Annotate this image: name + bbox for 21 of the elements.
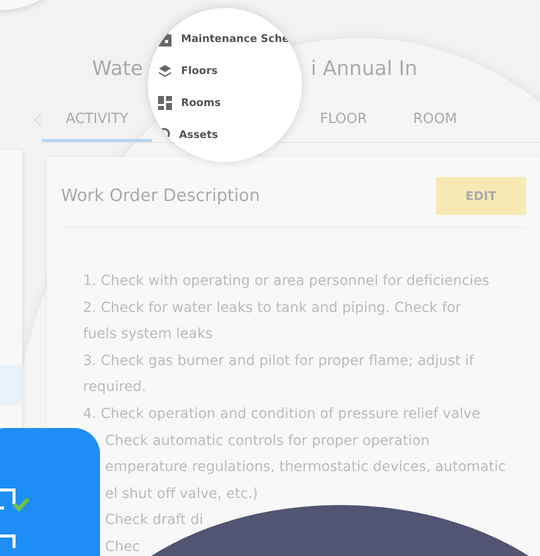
description-line: Check draft di <box>104 511 204 530</box>
menu-item[interactable]: Floors <box>158 55 302 87</box>
description-line: 3. Check gas burner and pilot for proper flame; adjust if <box>83 352 475 371</box>
calendar-icon <box>158 32 172 46</box>
description-line: 4. Check operation and condition of pressure relief valve <box>83 404 482 424</box>
description-line: required. <box>83 378 148 398</box>
menu-item[interactable]: Assets <box>158 119 302 151</box>
description-line: 1. Check with operating or area personnel for deficiencies <box>83 272 490 291</box>
grid-icon <box>158 96 172 110</box>
sidebar-item[interactable] <box>0 365 22 405</box>
description-line: Check automatic controls for proper operation <box>104 432 431 451</box>
description-line: fuels system leaks <box>83 325 214 344</box>
layers-icon <box>158 64 172 78</box>
card-title: Work Order Description <box>61 186 260 206</box>
page-title: Wate <box>92 56 143 82</box>
page-title: i Annual In <box>310 56 418 82</box>
description-line: 2. Check for water leaks to tank and piping. Check for <box>83 298 462 318</box>
menu-item[interactable]: Rooms <box>158 87 302 119</box>
description-line: el shut off valve, etc.) <box>104 484 259 504</box>
description-line: emperature regulations, thermostatic devices, automatic <box>104 458 507 478</box>
description-line: Chec <box>104 538 141 556</box>
